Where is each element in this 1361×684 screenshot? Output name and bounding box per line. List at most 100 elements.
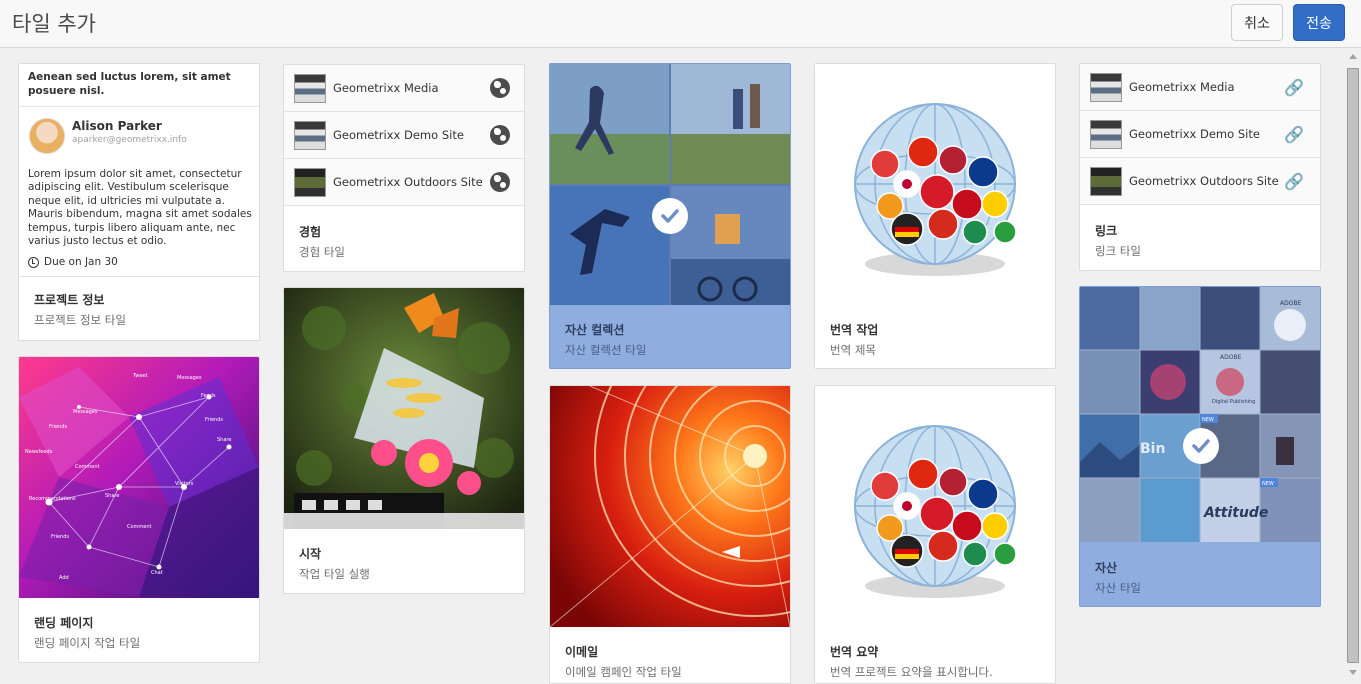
clock-icon bbox=[28, 256, 39, 268]
project-heading: Aenean sed luctus lorem, sit amet posuer… bbox=[28, 71, 231, 97]
email-image bbox=[550, 386, 790, 627]
page-title: 타일 추가 bbox=[12, 12, 96, 36]
start-image bbox=[284, 288, 524, 529]
link-icon: 🔗 bbox=[1284, 172, 1304, 191]
tile-title: 프로젝트 정보 bbox=[34, 293, 105, 307]
person-name: Alison Parker bbox=[72, 119, 162, 133]
due-date-label: Due on Jan 30 bbox=[44, 256, 118, 268]
site-name: Geometrixx Media bbox=[1129, 80, 1235, 94]
tile-subtitle: 번역 제목 bbox=[830, 343, 876, 357]
cancel-button[interactable]: 취소 bbox=[1231, 4, 1283, 41]
asset-collection-image bbox=[550, 64, 790, 305]
avatar bbox=[29, 118, 65, 154]
tile-subtitle: 작업 타일 실행 bbox=[299, 567, 370, 581]
submit-button[interactable]: 전송 bbox=[1293, 4, 1345, 41]
tag-recommendations: Recommendations bbox=[29, 496, 76, 502]
scrollbar-thumb[interactable] bbox=[1347, 68, 1359, 663]
assets-mosaic-image: ADOBE ADOBE Digital Publishing NEW Bin N… bbox=[1080, 287, 1320, 542]
site-name: Geometrixx Outdoors Site bbox=[1129, 174, 1279, 188]
new-badge: NEW bbox=[1262, 481, 1274, 487]
tag-share: Share bbox=[105, 493, 119, 499]
site-thumbnail bbox=[294, 168, 326, 197]
tile-subtitle: 이메일 캠페인 작업 타일 bbox=[565, 665, 682, 679]
tag-friends: Friends bbox=[51, 534, 69, 540]
tile-assets[interactable]: ADOBE ADOBE Digital Publishing NEW Bin N… bbox=[1079, 286, 1321, 607]
selected-check-icon bbox=[652, 198, 688, 234]
tag-comment: Comment bbox=[127, 524, 152, 530]
tile-subtitle: 랜딩 페이지 작업 타일 bbox=[34, 636, 141, 650]
tag-tweet: Tweet bbox=[132, 373, 147, 379]
tile-asset-collection[interactable]: 자산 컬렉션 자산 컬렉션 타일 bbox=[549, 63, 791, 369]
site-thumbnail bbox=[1090, 73, 1122, 102]
site-row: Geometrixx Outdoors Site 🔗 bbox=[1080, 158, 1320, 205]
scroll-up-arrow-icon[interactable] bbox=[1349, 54, 1357, 59]
tile-project-info[interactable]: Aenean sed luctus lorem, sit amet posuer… bbox=[18, 63, 260, 341]
tag-friends: Friends bbox=[49, 424, 67, 430]
tile-title: 경험 bbox=[299, 225, 322, 239]
tag-share: Share bbox=[217, 437, 231, 443]
translation-globe-image bbox=[815, 386, 1055, 627]
mosaic-label-digital-publishing: Digital Publishing bbox=[1212, 399, 1255, 405]
tile-translation-job[interactable]: 번역 작업 번역 제목 bbox=[814, 63, 1056, 369]
selected-check-icon bbox=[1183, 428, 1219, 464]
tag-comment: Comment bbox=[75, 464, 100, 470]
site-row: Geometrixx Demo Site 🔗 bbox=[1080, 111, 1320, 158]
tile-title: 자산 컬렉션 bbox=[565, 323, 625, 337]
tag-visitors: Visitors bbox=[175, 481, 194, 487]
globe-icon bbox=[490, 172, 510, 192]
tile-subtitle: 자산 컬렉션 타일 bbox=[565, 343, 647, 357]
person-email: aparker@geometrixx.info bbox=[72, 135, 187, 145]
link-icon: 🔗 bbox=[1284, 125, 1304, 144]
tag-friends: Friends bbox=[205, 417, 223, 423]
tile-subtitle: 경험 타일 bbox=[299, 245, 345, 259]
tile-email[interactable]: 이메일 이메일 캠페인 작업 타일 bbox=[549, 385, 791, 684]
tag-newsfeeds: Newsfeeds bbox=[25, 449, 53, 455]
tile-experience[interactable]: Geometrixx Media Geometrixx Demo Site Ge… bbox=[283, 64, 525, 272]
top-bar: 타일 추가 취소 전송 bbox=[0, 0, 1361, 48]
globe-icon bbox=[490, 78, 510, 98]
tile-landing-page[interactable]: Tweet Messages Messages Friends Feeds Fr… bbox=[18, 356, 260, 663]
site-thumbnail bbox=[1090, 120, 1122, 149]
mosaic-label-bin: Bin bbox=[1140, 441, 1165, 457]
tile-subtitle: 번역 프로젝트 요약을 표시합니다. bbox=[830, 665, 993, 679]
tile-title: 이메일 bbox=[565, 645, 599, 659]
tag-messages: Messages bbox=[73, 409, 98, 415]
site-name: Geometrixx Demo Site bbox=[1129, 127, 1260, 141]
site-row: Geometrixx Demo Site bbox=[284, 112, 524, 159]
site-name: Geometrixx Media bbox=[333, 81, 439, 95]
tag-chat: Chat bbox=[151, 570, 163, 576]
mosaic-label-attitude: Attitude bbox=[1203, 505, 1268, 521]
tile-start[interactable]: 시작 작업 타일 실행 bbox=[283, 287, 525, 594]
landing-page-image: Tweet Messages Messages Friends Feeds Fr… bbox=[19, 357, 259, 598]
site-thumbnail bbox=[294, 74, 326, 103]
tile-translation-summary[interactable]: 번역 요약 번역 프로젝트 요약을 표시합니다. bbox=[814, 385, 1056, 684]
tile-title: 번역 작업 bbox=[830, 323, 879, 337]
tile-title: 랜딩 페이지 bbox=[34, 616, 94, 630]
tile-title: 자산 bbox=[1095, 561, 1118, 575]
site-thumbnail bbox=[294, 121, 326, 150]
mosaic-label-adobe: ADOBE bbox=[1220, 354, 1242, 361]
mosaic-label-adobe: ADOBE bbox=[1280, 300, 1302, 307]
tile-link[interactable]: Geometrixx Media 🔗 Geometrixx Demo Site … bbox=[1079, 63, 1321, 271]
tag-messages: Messages bbox=[177, 375, 202, 381]
tile-subtitle: 프로젝트 정보 타일 bbox=[34, 313, 126, 327]
site-thumbnail bbox=[1090, 167, 1122, 196]
translation-globe-image bbox=[815, 64, 1055, 305]
tile-title: 시작 bbox=[299, 547, 322, 561]
scroll-down-arrow-icon[interactable] bbox=[1349, 670, 1357, 675]
link-icon: 🔗 bbox=[1284, 78, 1304, 97]
tile-title: 링크 bbox=[1095, 224, 1118, 238]
site-name: Geometrixx Demo Site bbox=[333, 128, 464, 142]
due-date: Due on Jan 30 bbox=[28, 256, 118, 268]
tag-add: Add bbox=[59, 575, 69, 581]
globe-icon bbox=[490, 125, 510, 145]
vertical-scrollbar[interactable] bbox=[1345, 48, 1361, 684]
tile-title: 번역 요약 bbox=[830, 645, 879, 659]
tile-subtitle: 링크 타일 bbox=[1095, 244, 1141, 258]
site-row: Geometrixx Outdoors Site bbox=[284, 159, 524, 206]
project-description: Lorem ipsum dolor sit amet, consectetur … bbox=[28, 168, 252, 248]
tile-subtitle: 자산 타일 bbox=[1095, 581, 1141, 595]
new-badge: NEW bbox=[1202, 417, 1214, 423]
site-row: Geometrixx Media bbox=[284, 65, 524, 112]
site-row: Geometrixx Media 🔗 bbox=[1080, 64, 1320, 111]
